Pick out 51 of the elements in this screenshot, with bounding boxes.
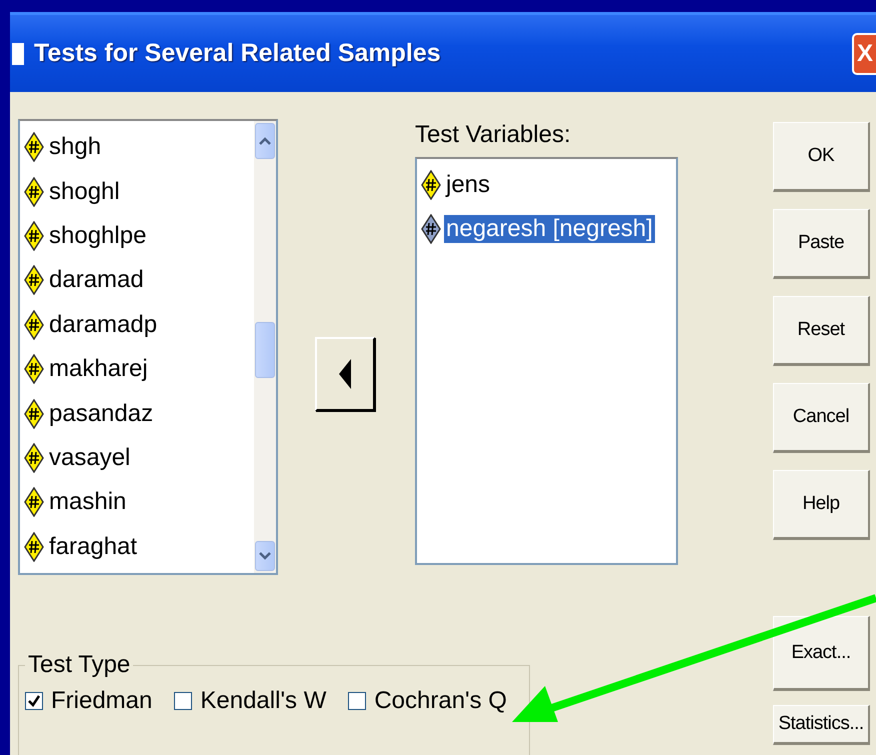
test-variables-label: Test Variables: [415,121,572,149]
variable-item[interactable]: shoghl [47,178,122,206]
variable-item[interactable]: daramadp [47,310,160,339]
numeric-variable-icon [421,170,441,200]
up-caret-icon [259,137,271,145]
variable-item[interactable]: mashin [47,488,128,516]
dialog-button[interactable]: Paste [773,209,870,279]
variable-item[interactable]: jens [444,171,492,199]
variable-item[interactable]: makharej [47,355,150,384]
numeric-variable-icon [24,221,44,252]
numeric-variable-icon [24,132,44,162]
variable-item[interactable]: faraghat [47,532,140,561]
variable-item[interactable]: shgh [47,133,104,162]
numeric-variable-icon [24,354,44,384]
close-button[interactable]: X [852,32,876,74]
checkbox[interactable] [174,692,192,710]
dialog-button[interactable]: Exact... [773,616,870,691]
window-icon [12,42,24,64]
check-icon [28,695,40,707]
group-title: Test Type [27,651,132,679]
numeric-variable-icon [24,487,44,518]
scroll-down-button[interactable] [255,541,275,571]
numeric-variable-icon [24,265,44,296]
scrollbar[interactable] [254,121,276,573]
numeric-variable-icon [24,176,44,207]
variable-item[interactable]: vasayel [47,444,132,472]
variable-item[interactable]: pasandaz [47,400,156,428]
dialog-button[interactable]: OK [773,122,870,192]
window-title: Tests for Several Related Samples [34,39,441,68]
checkbox[interactable] [348,692,366,710]
numeric-variable-icon [24,443,44,474]
variable-item[interactable]: negaresh [negresh] [444,215,655,243]
checkbox-label: Kendall's W [200,687,326,715]
numeric-variable-icon [24,398,44,429]
move-left-button[interactable] [315,337,375,411]
numeric-variable-icon [24,310,44,340]
left-triangle-icon [339,359,351,389]
scroll-thumb[interactable] [255,322,275,378]
variable-item[interactable]: shoghlpe [47,222,148,250]
numeric-variable-icon [421,214,441,244]
variable-item[interactable]: daramad [47,266,146,294]
dialog-button[interactable]: Help [773,470,870,540]
checkbox-label: Cochran's Q [374,687,507,715]
checkbox[interactable] [25,692,43,710]
numeric-variable-icon [24,532,44,562]
dialog-button[interactable]: Reset [773,296,870,366]
scroll-up-button[interactable] [255,123,275,159]
dialog-button[interactable]: Cancel [773,383,870,453]
checkbox-label: Friedman [51,687,152,715]
down-caret-icon [259,552,271,560]
dialog-button[interactable]: Statistics... [773,705,870,745]
